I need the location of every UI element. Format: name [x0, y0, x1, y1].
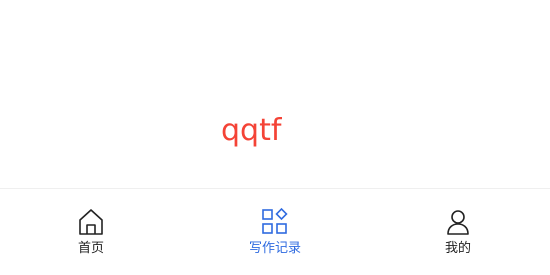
home-icon	[76, 207, 106, 237]
bottom-tab-bar: 首页 写作记录 我的	[0, 188, 550, 275]
main-text: qqtf	[221, 113, 282, 148]
user-icon	[443, 207, 473, 237]
tab-home[interactable]: 首页	[41, 189, 141, 275]
grid-icon	[260, 207, 290, 237]
tab-mine-label: 我的	[444, 241, 471, 256]
tab-mine[interactable]: 我的	[408, 189, 508, 275]
tab-home-label: 首页	[77, 241, 104, 256]
tab-writing-records-label: 写作记录	[248, 241, 301, 256]
tab-writing-records[interactable]: 写作记录	[225, 189, 325, 275]
main-content: qqtf	[0, 0, 550, 188]
